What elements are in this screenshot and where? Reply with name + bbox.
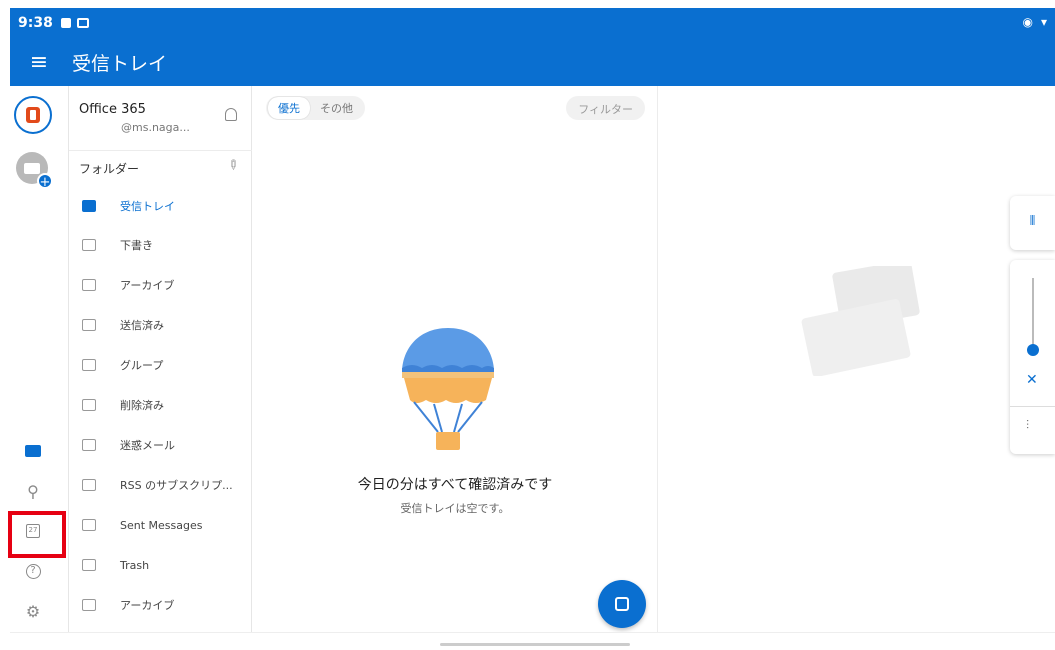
divider: [69, 150, 252, 151]
folder-label: アーカイブ: [120, 279, 175, 292]
folder-groups[interactable]: グループ: [69, 347, 252, 383]
add-account-button[interactable]: +: [16, 152, 53, 190]
mail-nav-button[interactable]: [22, 440, 44, 462]
groups-icon: [82, 359, 96, 371]
account-info[interactable]: Office 365 @ms.naga...: [79, 102, 190, 134]
settings-nav-button[interactable]: ⚙: [22, 600, 44, 622]
folder-inbox[interactable]: 受信トレイ: [69, 188, 252, 224]
folder-label: 受信トレイ: [120, 200, 175, 213]
volume-slider-thumb[interactable]: [1027, 344, 1039, 356]
vibrate-icon: ⫴: [1029, 214, 1036, 229]
vibrate-mode-button[interactable]: ⫴: [1010, 196, 1055, 250]
folder-label: 下書き: [120, 239, 153, 252]
folder-junk[interactable]: 迷惑メール: [69, 427, 252, 463]
mail-icon: [25, 445, 41, 457]
folder-sent-messages[interactable]: Sent Messages: [69, 507, 252, 543]
folder-pane: Office 365 @ms.naga... フォルダー ✎ 受信トレイ 下書き…: [69, 86, 252, 632]
folder-archive[interactable]: アーカイブ: [69, 267, 252, 303]
folder-rss[interactable]: RSS のサブスクリプ...: [69, 467, 252, 503]
hot-air-balloon-illustration: [402, 328, 494, 450]
empty-state-title: 今日の分はすべて確認済みです: [357, 477, 553, 493]
vibrate-icon: ◉: [1022, 15, 1033, 29]
help-nav-button[interactable]: ?: [22, 560, 44, 582]
message-list-pane: 優先 その他 フィルター 今日の分はすべて確認済みです 受信トレイは空です。: [252, 86, 658, 632]
folder-label: 迷惑メール: [120, 439, 175, 452]
page-title: 受信トレイ: [72, 52, 168, 75]
folder-trash[interactable]: Trash: [69, 547, 252, 583]
bell-icon[interactable]: [225, 108, 237, 121]
inbox-icon: [82, 200, 96, 212]
volume-track: [1032, 278, 1034, 348]
account-name: Office 365: [79, 102, 146, 117]
folder-icon: [82, 559, 96, 571]
screenshot-icon: [76, 18, 89, 28]
notification-icon: [60, 18, 71, 28]
compose-icon: [615, 597, 629, 611]
inbox-tabs: 優先 その他: [266, 96, 365, 120]
empty-state-subtitle: 受信トレイは空です。: [400, 502, 510, 515]
status-time: 9:38: [18, 15, 53, 31]
tab-focused[interactable]: 優先: [268, 97, 310, 119]
folders-header: フォルダー: [79, 162, 140, 176]
navigation-bar: [10, 632, 1055, 650]
archive-icon: [82, 279, 96, 291]
envelopes-illustration: [801, 266, 920, 376]
tab-other[interactable]: その他: [310, 97, 363, 119]
filter-button[interactable]: フィルター: [566, 96, 645, 120]
status-bar: 9:38 ◉ ▾: [10, 8, 1055, 38]
home-handle[interactable]: [440, 643, 630, 646]
folder-drafts[interactable]: 下書き: [69, 227, 252, 263]
folder-deleted[interactable]: 削除済み: [69, 387, 252, 423]
envelope-icon: [24, 162, 40, 174]
folder-label: 送信済み: [120, 319, 164, 332]
app-window: 9:38 ◉ ▾ ≡ 受信トレイ + ⚲ 27 ? ⚙ Office 365 @…: [8, 8, 1055, 650]
folder-icon: [82, 519, 96, 531]
folder-label: Sent Messages: [120, 518, 203, 532]
folder-label: アーカイブ: [120, 599, 175, 612]
reading-pane: ⫴ ✕ ⫶: [658, 86, 1055, 632]
folder-label: Trash: [120, 558, 150, 572]
mute-icon[interactable]: ✕: [1026, 372, 1038, 388]
plus-icon: +: [37, 173, 53, 190]
folder-sent[interactable]: 送信済み: [69, 307, 252, 343]
trash-icon: [82, 399, 96, 411]
office-logo-icon: [26, 107, 40, 123]
office365-account-avatar[interactable]: [14, 96, 52, 134]
folder-archive-2[interactable]: アーカイブ: [69, 587, 252, 623]
search-icon: ⚲: [27, 481, 39, 501]
volume-panel: ✕ ⫶: [1010, 260, 1055, 454]
wifi-icon: ▾: [1040, 15, 1047, 29]
settings-highlight-box: [8, 511, 66, 558]
edit-pencil-icon[interactable]: ✎: [223, 156, 241, 174]
folder-icon: [82, 479, 96, 491]
hamburger-icon[interactable]: ≡: [10, 50, 68, 75]
folder-label: 削除済み: [120, 399, 164, 412]
account-email: @ms.naga...: [121, 121, 190, 134]
compose-button[interactable]: [598, 580, 646, 628]
settings-icon: ⚙: [25, 601, 41, 621]
divider: [1010, 406, 1055, 407]
sound-settings-icon[interactable]: ⫶: [1026, 418, 1029, 433]
status-icons: ◉ ▾: [1022, 15, 1047, 29]
search-nav-button[interactable]: ⚲: [22, 480, 44, 502]
folder-label: RSS のサブスクリプ...: [120, 479, 233, 492]
folder-label: グループ: [120, 359, 164, 372]
junk-icon: [82, 439, 96, 451]
sent-icon: [82, 319, 96, 331]
help-icon: ?: [25, 563, 41, 579]
app-bar: ≡ 受信トレイ: [10, 38, 1055, 86]
drafts-icon: [82, 239, 96, 251]
folder-icon: [82, 599, 96, 611]
